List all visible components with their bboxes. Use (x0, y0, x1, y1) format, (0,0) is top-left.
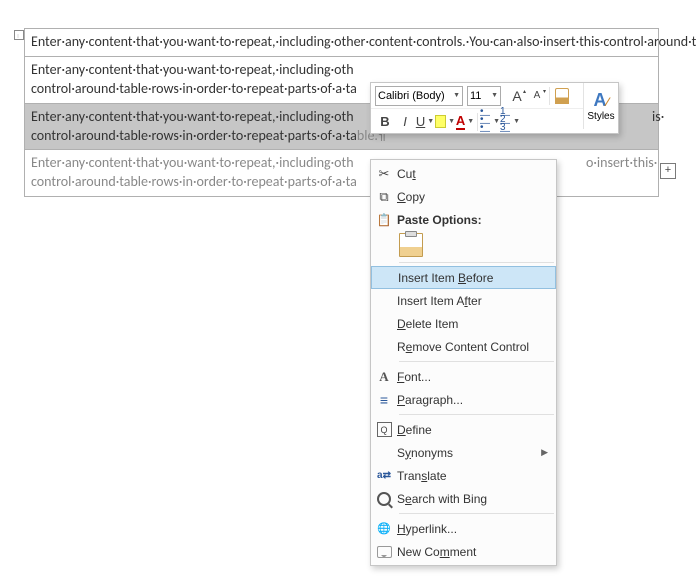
cell-text-partial: Enter·any·content·that·you·want·to·repea… (31, 154, 354, 171)
menu-copy[interactable]: Copy (371, 185, 556, 208)
numbering-icon: 1—2—3— (500, 110, 511, 134)
cell-text-partial: o·insert·this· (586, 154, 657, 173)
menu-separator (399, 361, 554, 362)
menu-insert-item-after[interactable]: Insert Item After (371, 289, 556, 312)
define-icon: Q (377, 422, 392, 437)
copy-icon (371, 189, 397, 205)
paragraph-icon (371, 392, 397, 408)
menu-insert-item-before[interactable]: Insert Item Before (371, 266, 556, 289)
menu-separator (399, 262, 554, 263)
search-icon (377, 492, 391, 506)
styles-icon: A⁄ (593, 90, 608, 111)
table-row[interactable]: Enter·any·content·that·you·want·to·repea… (25, 29, 658, 57)
menu-define[interactable]: Q Define (371, 418, 556, 441)
numbering-button[interactable]: 1—2—3—▼ (500, 112, 520, 132)
cell-text-partial: control·around·table·rows·in·order·to·re… (31, 173, 357, 190)
chevron-down-icon: ▼ (453, 92, 460, 99)
format-painter-button[interactable] (552, 86, 572, 106)
styles-button[interactable]: A⁄ Styles (583, 83, 618, 129)
chevron-right-icon: ▶ (541, 447, 548, 458)
menu-translate[interactable]: a⇄ Translate (371, 464, 556, 487)
bold-button[interactable]: B (375, 112, 395, 132)
menu-delete-item[interactable]: Delete Item (371, 312, 556, 335)
add-row-handle[interactable]: + (660, 163, 676, 179)
highlight-button[interactable]: ▼ (435, 112, 455, 132)
table-row[interactable]: Enter·any·content·that·you·want·to·repea… (25, 150, 658, 196)
menu-separator (399, 513, 554, 514)
paste-keep-source-button[interactable] (399, 233, 423, 257)
clipboard-icon (371, 213, 397, 227)
font-family-value: Calibri (Body) (378, 90, 445, 102)
cell-text-partial: Enter·any·content·that·you·want·to·repea… (31, 61, 354, 78)
scissors-icon (371, 166, 397, 182)
paste-options-row (371, 231, 556, 259)
cell-text-partial: control·around·table·rows·in·order·to·re… (31, 80, 357, 97)
font-size-value: 11 (470, 90, 481, 102)
font-family-select[interactable]: Calibri (Body) ▼ (375, 86, 463, 106)
font-icon: A (371, 369, 397, 385)
format-painter-icon (555, 88, 569, 104)
font-size-select[interactable]: 11 ▼ (467, 86, 501, 106)
chevron-down-icon: ▼ (491, 92, 498, 99)
menu-remove-content-control[interactable]: Remove Content Control (371, 335, 556, 358)
grow-font-button[interactable]: A▴ (507, 86, 527, 106)
bullets-icon: •—•—•— (480, 110, 491, 134)
bullets-button[interactable]: •—•—•—▼ (480, 112, 500, 132)
menu-paragraph[interactable]: Paragraph... (371, 388, 556, 411)
font-color-button[interactable]: A▼ (455, 112, 475, 132)
cell-text-partial: is· (652, 108, 664, 127)
menu-hyperlink[interactable]: Hyperlink... (371, 517, 556, 540)
highlight-icon (435, 115, 446, 128)
cell-text-partial: control·around·table·rows·in·order·to·re… (31, 127, 357, 144)
shrink-font-button[interactable]: A▾ (527, 86, 547, 106)
cell-text-partial: Enter·any·content·that·you·want·to·repea… (31, 108, 354, 125)
styles-label: Styles (587, 111, 614, 122)
content-control-handle[interactable] (14, 30, 24, 40)
translate-icon: a⇄ (377, 470, 391, 481)
context-menu: Cut Copy Paste Options: Insert Item Befo… (370, 159, 557, 566)
menu-separator (399, 414, 554, 415)
mini-toolbar: Calibri (Body) ▼ 11 ▼ A▴ A▾ B I U▼ ▼ A▼ (370, 82, 619, 134)
menu-paste-options-header: Paste Options: (371, 208, 556, 231)
underline-button[interactable]: U▼ (415, 112, 435, 132)
comment-icon (377, 546, 392, 558)
menu-cut[interactable]: Cut (371, 162, 556, 185)
menu-font[interactable]: A Font... (371, 365, 556, 388)
cell-text: Enter·any·content·that·you·want·to·repea… (31, 33, 696, 50)
italic-button[interactable]: I (395, 112, 415, 132)
globe-icon (371, 522, 397, 535)
menu-synonyms[interactable]: Synonyms ▶ (371, 441, 556, 464)
menu-search-bing[interactable]: Search with Bing (371, 487, 556, 510)
menu-new-comment[interactable]: New Comment (371, 540, 556, 563)
